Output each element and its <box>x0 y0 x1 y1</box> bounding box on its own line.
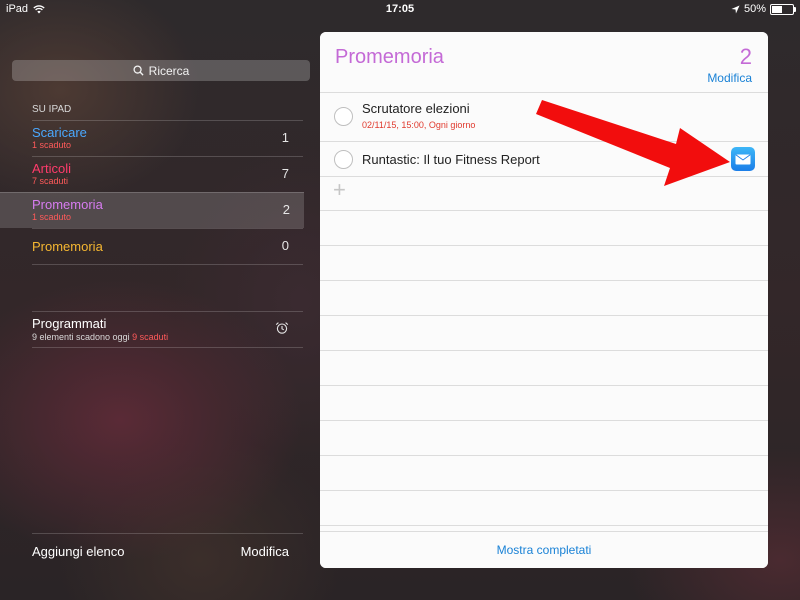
list-name: Scaricare <box>32 125 87 140</box>
list-item-promemoria-selected[interactable]: Promemoria 1 scaduto 2 <box>0 192 304 228</box>
list-title: Promemoria <box>335 46 444 68</box>
edit-lists-button[interactable]: Modifica <box>241 544 289 559</box>
search-icon <box>133 65 144 76</box>
list-status: 1 scaduto <box>32 212 72 222</box>
card-header: Promemoria 2 Modifica <box>320 32 768 93</box>
list-count: 7 <box>281 166 289 181</box>
reminder-title: Scrutatore elezioni <box>362 101 470 116</box>
search-placeholder: Ricerca <box>148 63 190 78</box>
reminder-due-date: 02/11/15, 15:00, Ogni giorno <box>362 120 476 130</box>
lists: Scaricare 1 scaduto 1 Articoli 7 scaduti… <box>0 120 304 265</box>
list-item-articoli[interactable]: Articoli 7 scaduti 7 <box>32 156 303 192</box>
complete-checkbox[interactable] <box>334 150 353 169</box>
show-completed-button[interactable]: Mostra completati <box>497 543 592 557</box>
scheduled-due-today: 9 elementi scadono oggi <box>32 332 130 342</box>
divider <box>32 264 303 265</box>
search-field[interactable]: Ricerca <box>12 60 310 81</box>
list-status: 7 scaduti <box>32 176 69 186</box>
scheduled-list[interactable]: Programmati 9 elementi scadono oggi 9 sc… <box>32 311 303 348</box>
list-count: 0 <box>281 238 289 253</box>
alarm-clock-icon <box>275 322 289 334</box>
list-count: 2 <box>282 202 290 217</box>
list-item-scaricare[interactable]: Scaricare 1 scaduto 1 <box>32 120 303 156</box>
add-reminder-icon[interactable]: + <box>333 179 346 201</box>
reminder-title: Runtastic: Il tuo Fitness Report <box>362 152 540 167</box>
list-status: 1 scaduto <box>32 140 72 150</box>
complete-checkbox[interactable] <box>334 107 353 126</box>
list-name: Promemoria <box>32 239 103 254</box>
scheduled-overdue: 9 scaduti <box>132 332 169 342</box>
list-count: 1 <box>281 130 289 145</box>
section-title: SU IPAD <box>32 104 72 115</box>
location-icon <box>731 4 740 14</box>
add-list-button[interactable]: Aggiungi elenco <box>32 544 125 559</box>
scheduled-name: Programmati <box>32 316 107 331</box>
clock: 17:05 <box>385 3 415 15</box>
edit-button[interactable]: Modifica <box>707 71 752 85</box>
list-name: Promemoria <box>32 197 103 212</box>
scheduled-status: 9 elementi scadono oggi 9 scaduti <box>32 332 168 342</box>
battery-icon <box>770 3 796 15</box>
list-name: Articoli <box>32 161 72 176</box>
annotation-arrow-icon <box>536 100 730 186</box>
list-count: 2 <box>739 44 752 69</box>
card-footer: Mostra completati <box>320 531 768 568</box>
status-bar: iPad 17:05 50% <box>0 0 800 18</box>
battery-percent: 50% <box>743 3 766 15</box>
sidebar-footer: Aggiungi elenco Modifica <box>32 533 303 569</box>
list-item-promemoria[interactable]: Promemoria 0 <box>32 228 303 264</box>
